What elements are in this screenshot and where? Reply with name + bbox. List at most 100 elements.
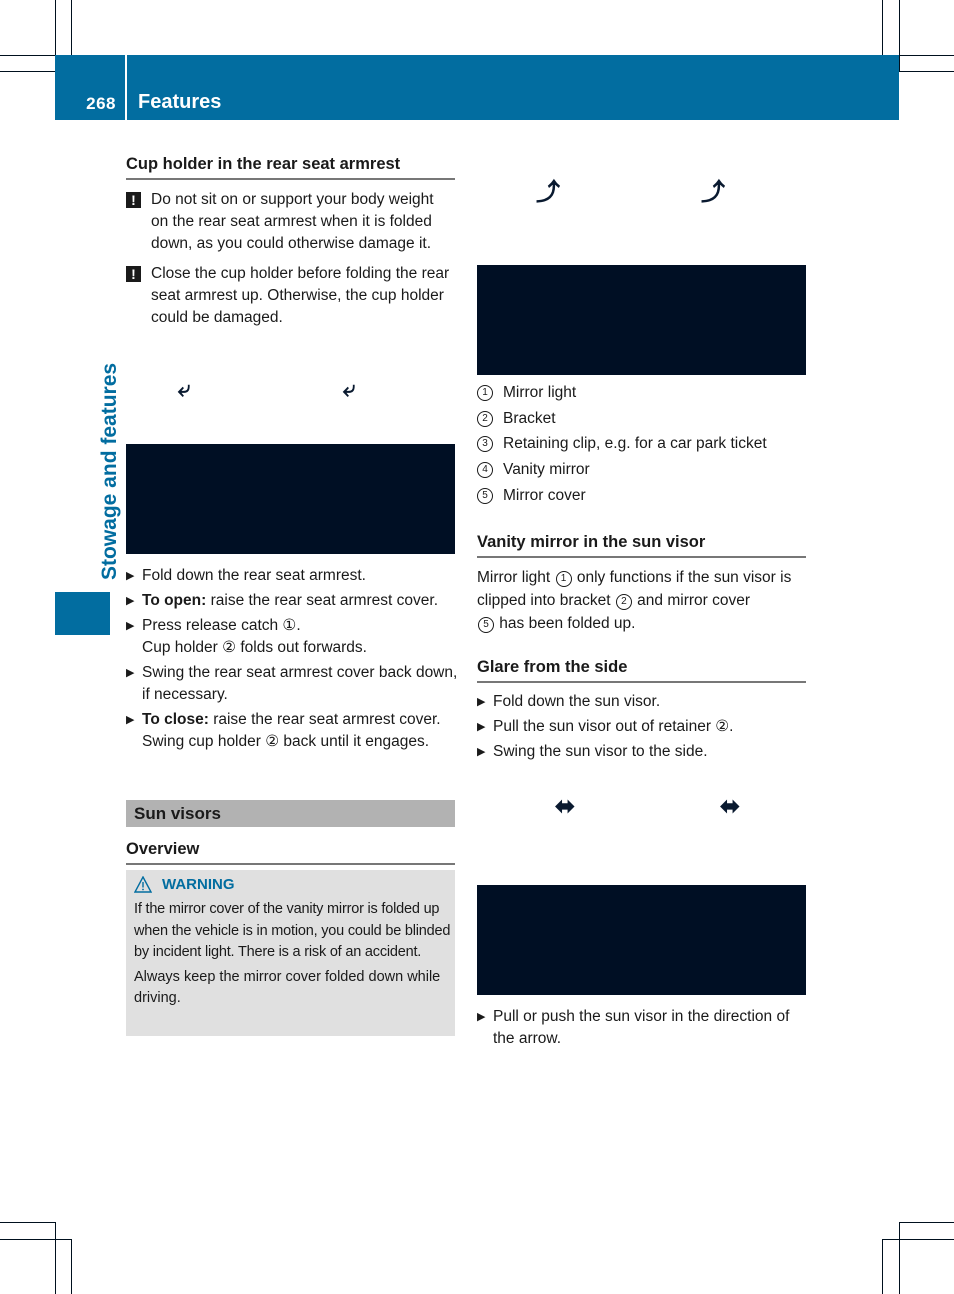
crop-mark (899, 0, 900, 71)
step-bullet-icon: ▶ (126, 620, 135, 632)
cup-holder-section: Cup holder in the rear seat armrest ! Do… (126, 153, 455, 337)
cup-holder-steps: ▶ Fold down the rear seat armrest. ▶ To … (126, 565, 458, 756)
crop-mark (0, 1222, 55, 1223)
step-text: Pull the sun visor out of retainer ②. (493, 718, 734, 735)
section-title: Sun visors (134, 804, 221, 823)
instruction-step: ▶ Pull or push the sun visor in the dire… (477, 1006, 809, 1050)
instruction-step: ▶ Pull the sun visor out of retainer ②. (477, 716, 806, 738)
step-label: To close: (142, 711, 209, 728)
notice: ! Do not sit on or support your body wei… (126, 189, 455, 255)
step-bullet-icon: ▶ (477, 1011, 486, 1023)
section-heading: Cup holder in the rear seat armrest (126, 153, 455, 180)
step-text: Swing the sun visor to the side. (493, 743, 708, 760)
illustration-sun-visor-side (477, 885, 806, 995)
legend-label: Retaining clip, e.g. for a car park tick… (503, 435, 767, 453)
legend-label: Mirror cover (503, 487, 586, 505)
crop-mark (882, 1239, 883, 1294)
curved-arrow-up-icon: ⤴ (536, 179, 560, 206)
crop-mark (0, 1239, 71, 1240)
legend-label: Bracket (503, 409, 556, 427)
crop-mark (899, 1222, 900, 1294)
crop-mark (55, 1222, 56, 1294)
glare-section: Glare from the side ▶ Fold down the sun … (477, 656, 806, 766)
callout-number: 5 (477, 488, 493, 505)
curved-arrow-icon: ⤶ (343, 376, 356, 401)
step-bullet-icon: ▶ (126, 595, 135, 607)
instruction-step: ▶ Fold down the sun visor. (477, 691, 806, 713)
callout-number: 3 (477, 436, 493, 453)
crop-mark (0, 71, 55, 72)
vanity-mirror-section: Vanity mirror in the sun visor Mirror li… (477, 531, 806, 635)
legend-item: 1 Mirror light (477, 380, 806, 406)
legend-item: 4 Vanity mirror (477, 457, 806, 483)
step-bullet-icon: ▶ (126, 570, 135, 582)
warning-triangle-icon (134, 876, 152, 893)
step-text: Swing the rear seat armrest cover back d… (142, 664, 458, 703)
section-heading: Vanity mirror in the sun visor (477, 531, 806, 558)
exclamation-icon: ! (126, 192, 141, 208)
step-bullet-icon: ▶ (126, 667, 135, 679)
instruction-step: ▶ To open: raise the rear seat armrest c… (126, 590, 458, 612)
step-text: Fold down the sun visor. (493, 693, 661, 710)
callout-number: 5 (478, 617, 494, 633)
header-divider (125, 55, 127, 120)
step-bullet-icon: ▶ (477, 696, 486, 708)
step-result: Cup holder ② folds out forwards. (142, 639, 367, 656)
callout-number: 1 (555, 571, 572, 587)
instruction-step: ▶ Press release catch ①. Cup holder ② fol… (126, 615, 458, 659)
text: has been folded up. (495, 615, 636, 632)
step-bullet-icon: ▶ (126, 714, 135, 726)
step-bullet-icon: ▶ (477, 721, 486, 733)
crop-mark (882, 1239, 954, 1240)
text: Mirror light (477, 569, 555, 586)
crop-mark (899, 1222, 954, 1223)
step-text: raise the rear seat armrest cover. (206, 592, 439, 609)
section-heading: Glare from the side (477, 656, 806, 683)
crop-mark (71, 1239, 72, 1294)
crop-mark (55, 0, 56, 55)
instruction-step: ▶ Fold down the rear seat armrest. (126, 565, 458, 587)
section-band-sun-visors: Sun visors (126, 800, 455, 827)
step-label: To open: (142, 592, 207, 609)
step-bullet-icon: ▶ (477, 746, 486, 758)
legend-item: 2 Bracket (477, 406, 806, 432)
paragraph: Mirror light 1 only functions if the sun… (477, 566, 806, 635)
instruction-step: ▶ Swing the rear seat armrest cover back… (126, 662, 458, 706)
legend-label: Mirror light (503, 383, 577, 401)
step-text: Fold down the rear seat armrest. (142, 567, 366, 584)
overview-heading-block: Overview (126, 838, 455, 865)
illustration-sun-visor (477, 265, 806, 375)
illustration-cup-holder (126, 444, 455, 554)
exclamation-icon: ! (126, 266, 141, 282)
notice: ! Close the cup holder before folding th… (126, 263, 455, 329)
warning-label: WARNING (162, 876, 235, 893)
curved-arrow-up-icon: ⤴ (701, 179, 725, 206)
curved-arrow-icon: ⤶ (178, 376, 191, 401)
crop-mark (899, 55, 954, 56)
callout-number: 4 (477, 462, 493, 479)
callout-number: 2 (477, 410, 493, 427)
legend-item: 5 Mirror cover (477, 483, 806, 509)
legend-item: 3 Retaining clip, e.g. for a car park tic… (477, 432, 806, 458)
step-text: Pull or push the sun visor in the direct… (493, 1008, 790, 1047)
chapter-tab-label: Stowage and features (98, 362, 121, 580)
instruction-step: ▶ To close: raise the rear seat armrest … (126, 709, 458, 753)
crop-mark (0, 55, 55, 56)
page-number: 268 (86, 94, 116, 113)
chapter-tab-marker (55, 592, 110, 635)
callout-number: 1 (477, 384, 493, 401)
crop-mark (899, 71, 954, 72)
warning-text: Always keep the mirror cover folded down… (134, 968, 441, 1007)
crop-mark (71, 0, 72, 55)
instruction-step: ▶ Swing the sun visor to the side. (477, 741, 806, 763)
text: and mirror cover (632, 592, 751, 609)
step-result: Swing cup holder ② back until it engages… (142, 733, 430, 750)
overview-heading: Overview (126, 838, 455, 865)
legend-label: Vanity mirror (503, 461, 590, 479)
step-text: raise the rear seat armrest cover. (208, 711, 441, 728)
warning-text: If the mirror cover of the vanity mirror… (134, 901, 451, 960)
notice-text: Close the cup holder before folding the … (151, 265, 450, 326)
double-arrow-icon: ⬌ (555, 793, 576, 820)
glare-final-step: ▶ Pull or push the sun visor in the dire… (477, 1006, 809, 1053)
page-title: Features (138, 91, 222, 113)
